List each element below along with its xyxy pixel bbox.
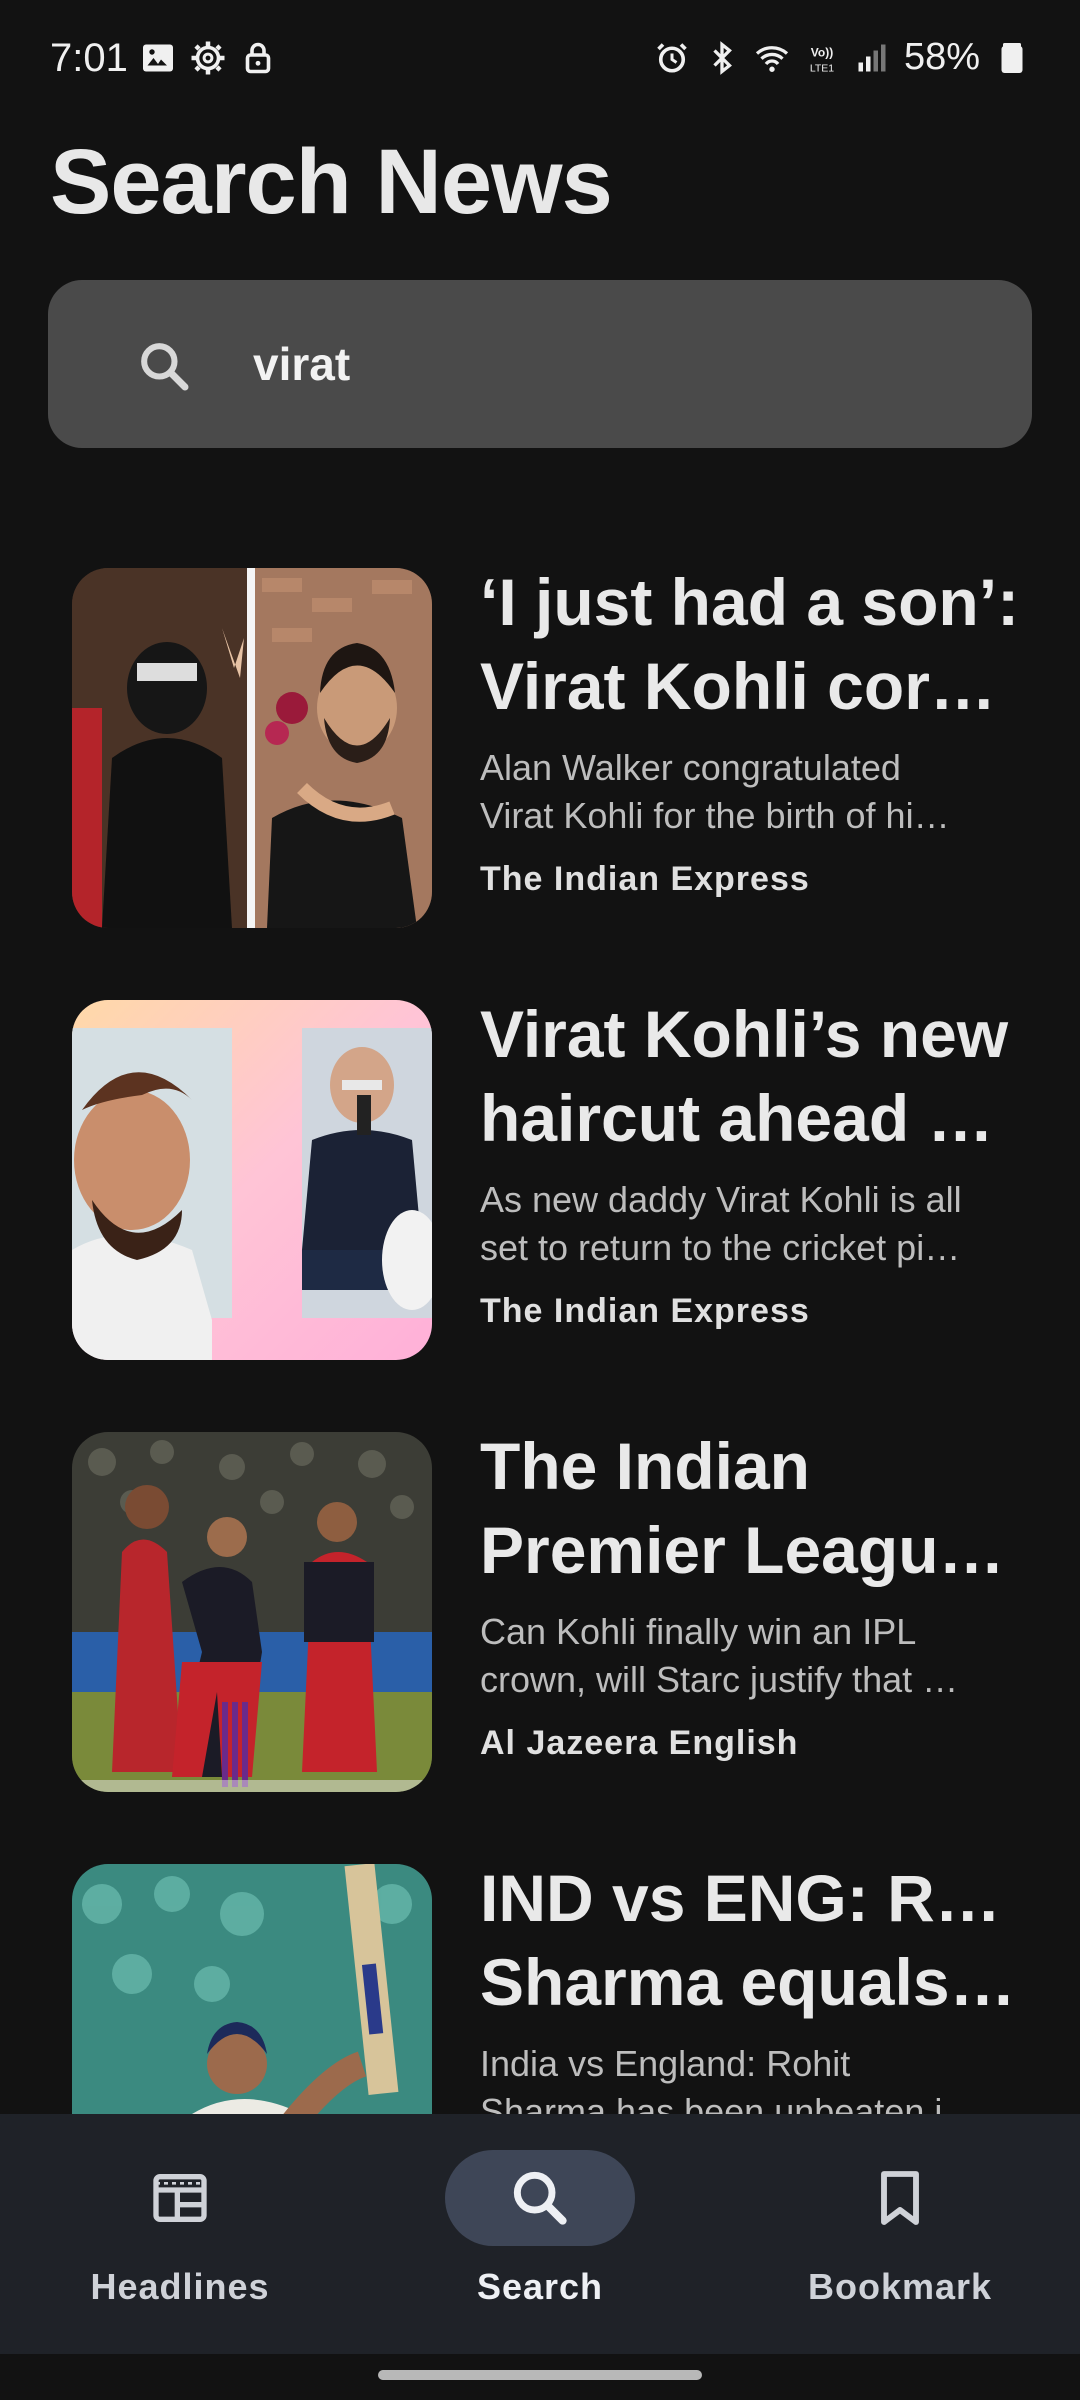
home-indicator[interactable]: [378, 2370, 702, 2380]
article-description-line: set to return to the cricket pi…: [480, 1227, 961, 1268]
article-description: Alan Walker congratulated Virat Kohli fo…: [480, 744, 1005, 840]
article-title[interactable]: Virat Kohli’s new haircut ahead of…: [480, 992, 1020, 1160]
article-source: The Indian Express: [480, 860, 810, 898]
lock-icon: [240, 40, 276, 76]
alarm-icon: [654, 40, 690, 76]
bottom-navigation: Headlines Search Bookmark: [0, 2114, 1080, 2354]
nav-item-search[interactable]: Search: [360, 2114, 720, 2354]
article-source: Al Jazeera English: [480, 1724, 799, 1762]
newspaper-icon: [148, 2166, 212, 2230]
nav-item-headlines[interactable]: Headlines: [0, 2114, 360, 2354]
article-title-line: Virat Kohli’s new: [480, 997, 1009, 1071]
article-description-line: India vs England: Rohit: [480, 2043, 851, 2084]
article-title[interactable]: IND vs ENG: Rohit Sharma equals …: [480, 1856, 1020, 2024]
article-title-line: Premier League…: [480, 1513, 1020, 1587]
article-title[interactable]: ‘I just had a son’: Virat Kohli corre…: [480, 560, 1020, 728]
bluetooth-icon: [704, 40, 740, 76]
article-title-line: Virat Kohli corre…: [480, 649, 1020, 723]
search-icon: [508, 2166, 572, 2230]
status-left-icons: [140, 40, 276, 76]
article-title-line: ‘I just had a son’:: [480, 565, 1020, 639]
list-item[interactable]: ‘I just had a son’: Virat Kohli corre… A…: [0, 560, 1080, 940]
svg-text:Vo)): Vo)): [811, 45, 833, 59]
article-description-line: Sharma has been unbeaten i…: [480, 2091, 979, 2115]
article-thumbnail: [72, 568, 432, 928]
article-title[interactable]: The Indian Premier League…: [480, 1424, 1020, 1592]
article-description-line: Can Kohli finally win an IPL: [480, 1611, 917, 1652]
bookmark-icon: [868, 2166, 932, 2230]
status-time: 7:01: [50, 36, 128, 80]
settings-icon: [190, 40, 226, 76]
article-description: India vs England: Rohit Sharma has been …: [480, 2040, 1005, 2115]
search-news-screen: 7:01 Vo)) LTE1 58% Search News virat ‘I …: [0, 0, 1080, 2400]
article-thumbnail: [72, 1000, 432, 1360]
nav-label: Headlines: [90, 2266, 270, 2307]
article-description-line: crown, will Starc justify that …: [480, 1659, 959, 1700]
list-item[interactable]: The Indian Premier League… Can Kohli fin…: [0, 1424, 1080, 1804]
list-item[interactable]: Virat Kohli’s new haircut ahead of… As n…: [0, 992, 1080, 1372]
article-description: Can Kohli finally win an IPL crown, will…: [480, 1608, 1005, 1704]
nav-label: Search: [476, 2266, 604, 2307]
nav-label: Bookmark: [807, 2266, 993, 2307]
article-title-line: IND vs ENG: Rohit: [480, 1861, 1020, 1935]
article-title-line: The Indian: [480, 1429, 810, 1503]
volte-icon: Vo)) LTE1: [804, 40, 840, 76]
search-bar[interactable]: [48, 280, 1032, 448]
list-item[interactable]: IND vs ENG: Rohit Sharma equals … India …: [0, 1856, 1080, 2115]
article-description-line: Alan Walker congratulated: [480, 747, 901, 788]
page-title: Search News: [50, 131, 613, 233]
image-icon: [140, 40, 176, 76]
article-description-line: Virat Kohli for the birth of hi…: [480, 795, 950, 836]
search-icon: [136, 338, 192, 394]
article-thumbnail: [72, 1864, 432, 2115]
battery-icon: [994, 40, 1030, 76]
article-title-line: Sharma equals …: [480, 1945, 1020, 2019]
status-right-icons: Vo)) LTE1 58%: [654, 36, 1030, 79]
svg-text:LTE1: LTE1: [810, 62, 834, 74]
article-description: As new daddy Virat Kohli is all set to r…: [480, 1176, 1005, 1272]
battery-percent: 58%: [903, 36, 980, 78]
results-list: ‘I just had a son’: Virat Kohli corre… A…: [0, 560, 1080, 2115]
search-input[interactable]: [253, 324, 993, 404]
nav-item-bookmark[interactable]: Bookmark: [720, 2114, 1080, 2354]
wifi-icon: [754, 40, 790, 76]
signal-icon: [854, 40, 890, 76]
article-source: The Indian Express: [480, 1292, 810, 1330]
article-description-line: As new daddy Virat Kohli is all: [480, 1179, 962, 1220]
article-thumbnail: [72, 1432, 432, 1792]
article-title-line: haircut ahead of…: [480, 1081, 1020, 1155]
status-bar: 7:01 Vo)) LTE1 58%: [0, 0, 1080, 120]
